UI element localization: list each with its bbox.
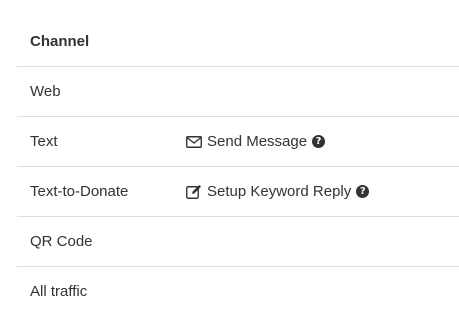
help-icon[interactable]: ?: [312, 135, 326, 148]
setup-keyword-reply-label: Setup Keyword Reply: [207, 183, 352, 200]
send-message-label: Send Message: [207, 133, 308, 150]
channel-name: All traffic: [30, 283, 88, 300]
table-row-text-to-donate: Text-to-Donate Setup Keyword Reply ?: [17, 166, 459, 216]
table-header-row: Channel: [17, 16, 459, 66]
send-message-link[interactable]: Send Message: [185, 133, 307, 150]
action-cell: Setup Keyword Reply ?: [185, 183, 370, 200]
help-icon[interactable]: ?: [356, 185, 370, 198]
channel-column-header: Channel: [30, 32, 90, 50]
channel-name: QR Code: [30, 233, 93, 250]
table-row-web: Web: [17, 66, 459, 116]
envelope-icon: [185, 134, 203, 150]
table-row-qr-code: QR Code: [17, 216, 459, 266]
channel-name: Text: [30, 133, 58, 150]
channel-name: Text-to-Donate: [30, 183, 129, 200]
setup-keyword-reply-link[interactable]: Setup Keyword Reply: [185, 183, 351, 200]
action-cell: Send Message ?: [185, 133, 326, 150]
channel-table: Channel Web Text Send Message ? Text-to-…: [17, 16, 459, 316]
table-row-text: Text Send Message ?: [17, 116, 459, 166]
edit-icon: [185, 184, 203, 200]
channel-name: Web: [30, 83, 61, 100]
